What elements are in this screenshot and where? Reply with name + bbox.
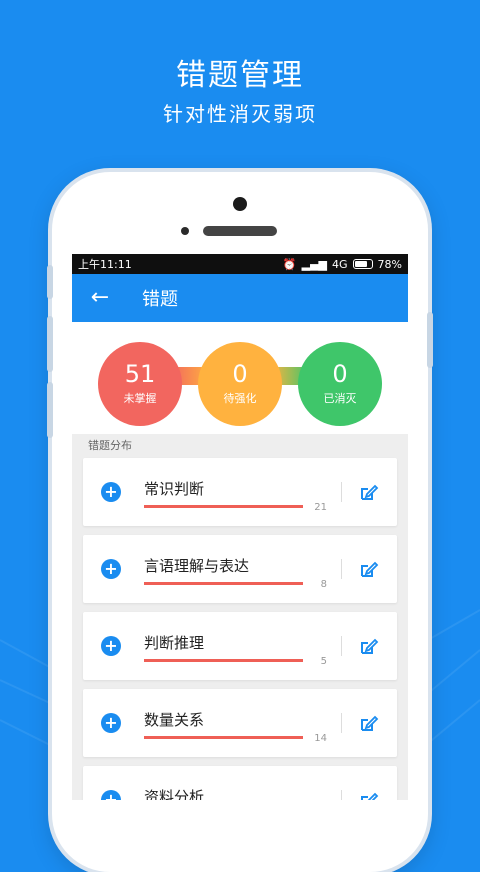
category-title: 数量关系 xyxy=(144,711,205,729)
stat-label: 未掌握 xyxy=(123,392,157,405)
status-bar: 上午11:11 ⏰ ▂▄▆ 4G 78% xyxy=(72,254,408,274)
stat-value: 0 xyxy=(332,360,348,388)
category-card[interactable]: + 常识判断 21 xyxy=(83,458,397,526)
progress-fill xyxy=(144,582,303,585)
category-progress xyxy=(144,736,303,739)
divider xyxy=(341,559,342,579)
edit-icon[interactable] xyxy=(359,713,379,733)
speaker-grille xyxy=(203,226,277,236)
battery-icon xyxy=(352,259,373,269)
status-indicators: ⏰ ▂▄▆ 4G 78% xyxy=(283,258,402,271)
category-title: 资料分析 xyxy=(144,788,205,800)
stat-value: 51 xyxy=(124,360,156,388)
phone-side-button xyxy=(47,382,53,438)
category-card[interactable]: + 资料分析 xyxy=(83,766,397,800)
category-title: 常识判断 xyxy=(144,480,205,498)
plus-icon[interactable]: + xyxy=(101,559,121,579)
plus-icon[interactable]: + xyxy=(101,713,121,733)
stat-label: 已消灭 xyxy=(323,392,357,405)
progress-fill xyxy=(144,736,303,739)
category-card[interactable]: + 言语理解与表达 8 xyxy=(83,535,397,603)
phone-side-button xyxy=(47,316,53,372)
category-progress xyxy=(144,505,303,508)
category-title: 言语理解与表达 xyxy=(144,557,250,575)
stat-label: 待强化 xyxy=(223,392,257,405)
promo-title: 错题管理 xyxy=(176,58,304,93)
sensor-icon xyxy=(181,227,189,235)
status-time: 上午11:11 xyxy=(78,258,132,271)
category-count: 8 xyxy=(320,579,327,590)
divider xyxy=(341,713,342,733)
stat-unmastered[interactable]: 51 未掌握 xyxy=(98,342,182,426)
divider xyxy=(341,482,342,502)
phone-side-button xyxy=(427,312,433,368)
arrow-left-icon[interactable]: ← xyxy=(72,274,128,322)
divider xyxy=(341,636,342,656)
battery-percent: 78% xyxy=(377,257,402,271)
category-progress xyxy=(144,582,303,585)
plus-icon[interactable]: + xyxy=(101,636,121,656)
stat-eliminated[interactable]: 0 已消灭 xyxy=(298,342,382,426)
alarm-icon: ⏰ xyxy=(282,257,297,271)
phone-side-button xyxy=(47,265,53,299)
edit-icon[interactable] xyxy=(359,636,379,656)
plus-icon[interactable]: + xyxy=(101,790,121,800)
category-card[interactable]: + 数量关系 14 xyxy=(83,689,397,757)
category-list: + 常识判断 21 + 言语理解与表达 8 + 判断推理 5 + 数量关系 14… xyxy=(72,458,408,800)
category-count: 21 xyxy=(314,502,327,513)
category-progress xyxy=(144,659,303,662)
phone-screen: 上午11:11 ⏰ ▂▄▆ 4G 78% ← 错题 51 未掌握 0 待强化 0… xyxy=(72,254,408,800)
stats-panel: 51 未掌握 0 待强化 0 已消灭 xyxy=(72,322,408,434)
progress-fill xyxy=(144,505,303,508)
camera-icon xyxy=(233,197,247,211)
stat-value: 0 xyxy=(232,360,248,388)
progress-fill xyxy=(144,659,303,662)
network-label: 4G xyxy=(332,257,348,271)
app-bar: ← 错题 xyxy=(72,274,408,322)
edit-icon[interactable] xyxy=(359,482,379,502)
plus-icon[interactable]: + xyxy=(101,482,121,502)
divider xyxy=(341,790,342,800)
stat-to-strengthen[interactable]: 0 待强化 xyxy=(198,342,282,426)
category-count: 14 xyxy=(314,733,327,744)
category-card[interactable]: + 判断推理 5 xyxy=(83,612,397,680)
category-count: 5 xyxy=(320,656,327,667)
promo-subtitle: 针对性消灭弱项 xyxy=(163,102,317,126)
edit-icon[interactable] xyxy=(359,790,379,800)
category-title: 判断推理 xyxy=(144,634,205,652)
section-label: 错题分布 xyxy=(88,439,132,452)
signal-icon: ▂▄▆ xyxy=(301,257,328,271)
edit-icon[interactable] xyxy=(359,559,379,579)
page-title: 错题 xyxy=(142,289,178,310)
